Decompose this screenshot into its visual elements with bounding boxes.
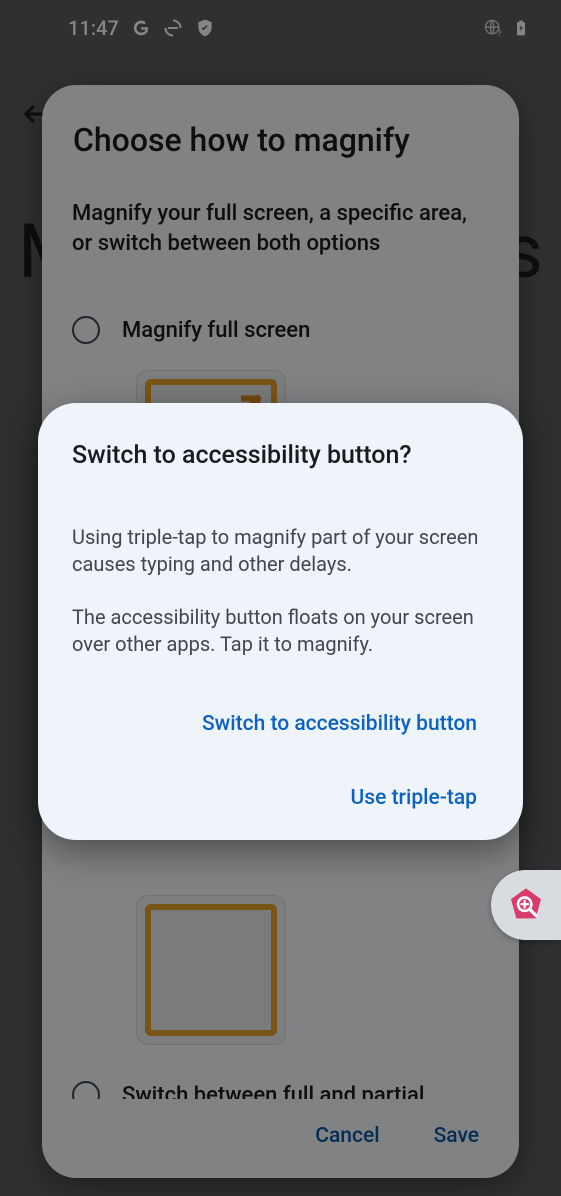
dialog-actions: Switch to accessibility button Use tripl…: [72, 712, 489, 810]
switch-to-accessibility-button[interactable]: Switch to accessibility button: [202, 712, 477, 736]
magnify-plus-icon: [506, 885, 546, 925]
dialog-title: Switch to accessibility button?: [72, 441, 489, 470]
dialog-paragraph-2: The accessibility button floats on your …: [72, 604, 489, 658]
switch-accessibility-dialog: Switch to accessibility button? Using tr…: [38, 403, 523, 840]
dialog-paragraph-1: Using triple-tap to magnify part of your…: [72, 524, 489, 578]
use-triple-tap-button[interactable]: Use triple-tap: [351, 786, 477, 810]
accessibility-fab[interactable]: [491, 870, 561, 940]
